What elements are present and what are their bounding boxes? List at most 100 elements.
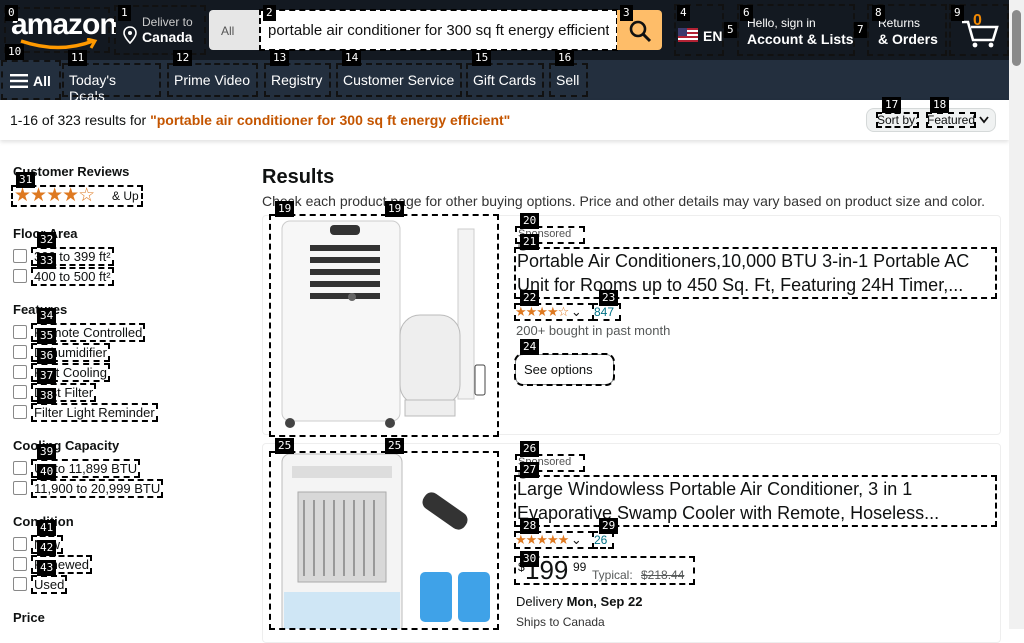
product-2-image[interactable]: [269, 451, 499, 630]
floor-400-500-label[interactable]: 400 to 500 ft²: [31, 267, 114, 286]
product-1-see-options-button[interactable]: See options: [514, 353, 615, 386]
product-1-image[interactable]: [269, 214, 499, 437]
results-summary: 1-16 of 323 results for "portable air co…: [10, 112, 510, 128]
nav-customer-service[interactable]: Customer Service: [336, 63, 462, 97]
search-category-label: All: [221, 24, 235, 38]
tag-14: 14: [342, 50, 362, 66]
product-2-delivery: Delivery Mon, Sep 22: [516, 594, 642, 609]
deliver-to-label: Deliver to: [142, 15, 193, 29]
price-heading: Price: [13, 610, 45, 625]
product-1-rating-stars[interactable]: ★★★★☆ ⌄: [514, 303, 594, 321]
price-cents: 99: [573, 560, 587, 574]
nav-gift-cards[interactable]: Gift Cards: [466, 63, 544, 97]
nav-registry-label: Registry: [271, 72, 323, 88]
condition-used-label[interactable]: Used: [30, 575, 68, 594]
results-subtitle: Check each product page for other buying…: [262, 193, 985, 209]
tag-19b: 19: [385, 201, 405, 217]
tag-6: 6: [740, 5, 753, 21]
tag-1: 1: [118, 5, 131, 21]
tag-7: 7: [854, 22, 867, 38]
account-lists-button[interactable]: Hello, sign in Account & Lists: [737, 4, 855, 56]
tag-39: 39: [37, 444, 57, 460]
nav-registry[interactable]: Registry: [264, 63, 331, 97]
dust-filter-checkbox[interactable]: [13, 385, 27, 399]
cart-count: 0: [973, 12, 982, 29]
search-input[interactable]: [259, 9, 618, 51]
scrollbar-thumb[interactable]: [1012, 10, 1021, 66]
product-2-rating-stars[interactable]: ★★★★★ ⌄: [514, 531, 594, 549]
all-menu-label: All: [33, 73, 51, 89]
tag-25b: 25: [385, 438, 405, 454]
chevron-down-icon: ⌄: [570, 304, 582, 319]
condition-new-checkbox[interactable]: [13, 537, 27, 551]
tag-0: 0: [5, 5, 18, 21]
results-query: "portable air conditioner for 300 sq ft …: [150, 112, 511, 128]
delivery-label: Delivery: [516, 594, 563, 609]
nav-customer-service-label: Customer Service: [343, 72, 455, 88]
product-1-rating-count[interactable]: 847: [592, 303, 621, 321]
nav-prime-video-label: Prime Video: [174, 72, 251, 88]
results-heading: Results: [262, 166, 335, 188]
cooling-capacity-heading: Cooling Capacity: [13, 438, 120, 453]
tag-27: 27: [520, 462, 540, 478]
tag-34: 34: [37, 308, 57, 324]
search-icon: [629, 20, 652, 43]
fast-cooling-checkbox[interactable]: [13, 365, 27, 379]
tag-19: 19: [275, 201, 295, 217]
capacity-up-to-11899-checkbox[interactable]: [13, 461, 27, 475]
tag-20: 20: [520, 213, 540, 229]
floor-300-399-checkbox[interactable]: [13, 249, 27, 263]
condition-renewed-checkbox[interactable]: [13, 557, 27, 571]
product-1-stars: ★★★★☆: [515, 304, 569, 319]
product-1-bought: 200+ bought in past month: [516, 323, 671, 338]
us-flag-icon: [678, 28, 698, 42]
tag-15: 15: [472, 50, 492, 66]
sign-in-label: Hello, sign in: [747, 16, 816, 30]
four-stars-up-filter[interactable]: ★★★★☆ & Up: [11, 185, 143, 207]
evaporative-cooler-image-icon: [281, 453, 490, 629]
tag-41: 41: [37, 520, 57, 536]
logo-text: amazon: [11, 8, 118, 41]
tag-28: 28: [520, 518, 540, 534]
product-2-title-link[interactable]: Large Windowless Portable Air Conditione…: [514, 475, 997, 527]
tag-38: 38: [37, 388, 57, 404]
nav-sell-label: Sell: [556, 72, 580, 88]
filter-light-reminder-label[interactable]: Filter Light Reminder: [31, 403, 158, 422]
tag-9: 9: [951, 5, 964, 21]
tag-40: 40: [37, 464, 57, 480]
product-2-price-link[interactable]: $ 199 99 Typical: $218.44: [514, 555, 695, 585]
remote-controlled-checkbox[interactable]: [13, 325, 27, 339]
product-2-stars: ★★★★★: [515, 532, 569, 547]
chevron-down-icon: ⌄: [570, 532, 582, 547]
location-pin-icon: [123, 26, 137, 44]
nav-todays-deals[interactable]: Today's Deals: [62, 63, 161, 104]
tag-26: 26: [520, 441, 540, 457]
tag-29: 29: [599, 518, 619, 534]
product-1-title-link[interactable]: Portable Air Conditioners,10,000 BTU 3-i…: [514, 247, 997, 299]
floor-400-500-checkbox[interactable]: [13, 269, 27, 283]
portable-ac-image-icon: [281, 220, 486, 428]
tag-8: 8: [872, 5, 885, 21]
tag-11: 11: [68, 50, 88, 66]
all-menu-button[interactable]: All: [1, 60, 61, 100]
tag-33: 33: [37, 253, 57, 269]
product-2-rating-count[interactable]: 26: [592, 531, 614, 549]
deliver-country: Canada: [142, 29, 193, 45]
filter-light-reminder-checkbox[interactable]: [13, 405, 27, 419]
tag-23: 23: [599, 290, 619, 306]
nav-sell[interactable]: Sell: [549, 63, 588, 97]
tag-43: 43: [37, 560, 57, 576]
capacity-11900-20999-checkbox[interactable]: [13, 481, 27, 495]
tag-22: 22: [520, 290, 540, 306]
capacity-11900-20999-label[interactable]: 11,900 to 20,999 BTU: [30, 479, 164, 498]
tag-24: 24: [520, 339, 540, 355]
nav-prime-video[interactable]: Prime Video: [167, 63, 258, 97]
page-scrollbar[interactable]: [1009, 0, 1024, 629]
condition-used-checkbox[interactable]: [13, 577, 27, 591]
tag-42: 42: [37, 540, 57, 556]
hamburger-menu-icon: [10, 74, 28, 88]
dehumidifier-checkbox[interactable]: [13, 345, 27, 359]
tag-13: 13: [270, 50, 290, 66]
tag-21: 21: [520, 234, 540, 250]
search-category-select[interactable]: All: [209, 10, 261, 50]
